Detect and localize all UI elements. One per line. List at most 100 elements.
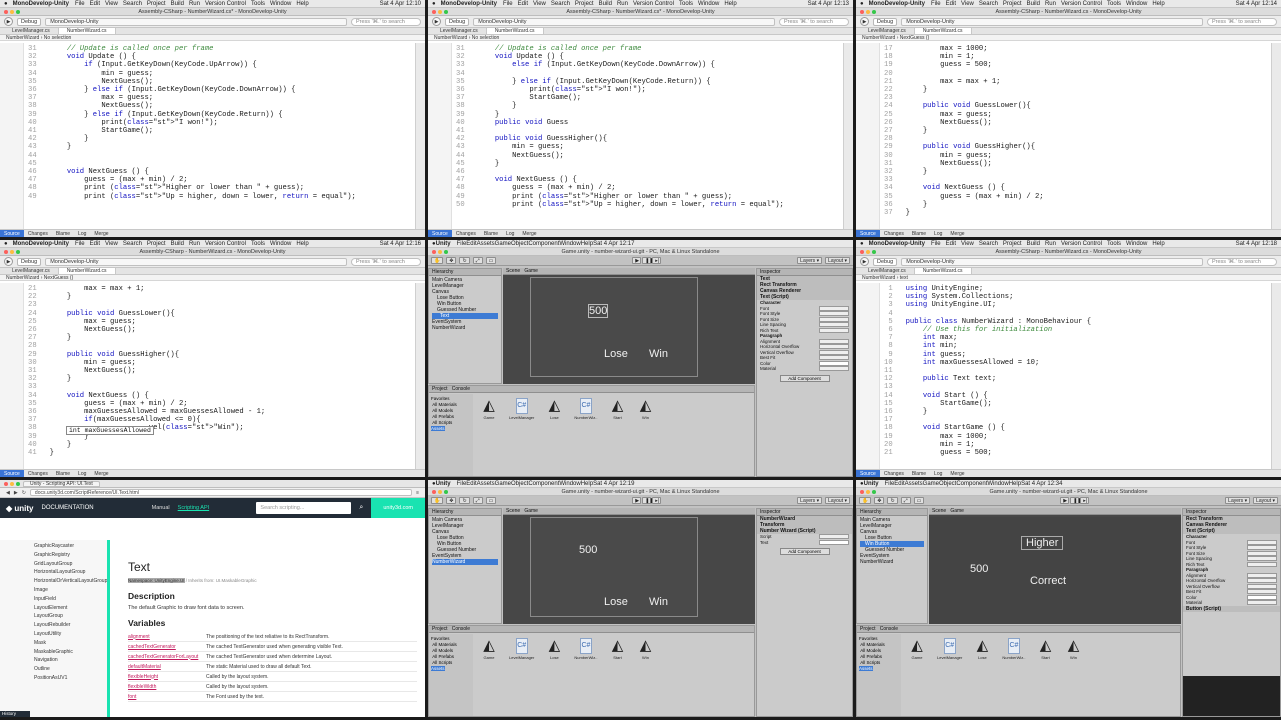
search-input[interactable]: Press '⌘.' to search	[1207, 17, 1277, 26]
tab-changes[interactable]: Changes	[880, 470, 908, 477]
menu-edit[interactable]: Edit	[466, 481, 476, 487]
asset-item[interactable]: C# NumberWiz..	[574, 638, 597, 660]
menu-view[interactable]: View	[105, 1, 118, 7]
config-select[interactable]: Debug	[873, 17, 898, 26]
menu-help[interactable]: Help	[581, 241, 593, 247]
menu-gameobject[interactable]: GameObject	[495, 241, 529, 247]
menu-window[interactable]: Window	[270, 1, 291, 7]
tab-log[interactable]: Log	[930, 230, 946, 237]
menu-window[interactable]: Window	[1126, 241, 1147, 247]
guess-text[interactable]: 500	[970, 563, 988, 575]
menu-help[interactable]: Help	[1152, 1, 1164, 7]
window-controls[interactable]	[860, 10, 876, 14]
search-icon[interactable]: ⌕	[359, 504, 363, 512]
tab-changes[interactable]: Changes	[24, 470, 52, 477]
layout-dropdown[interactable]: Layout ▾	[825, 497, 850, 504]
reload-icon[interactable]: ↻	[22, 490, 26, 496]
tab-numberwizard[interactable]: NumberWizard.cs	[914, 268, 972, 274]
tab-blame[interactable]: Blame	[908, 470, 930, 477]
menu-assets[interactable]: Assets	[905, 481, 923, 487]
history-button[interactable]: History	[0, 711, 30, 717]
tab-numberwizard[interactable]: NumberWizard.cs	[914, 28, 972, 34]
window-controls[interactable]	[4, 481, 20, 486]
inspector-row[interactable]: Material	[757, 366, 852, 372]
menu-window[interactable]: Window	[559, 481, 580, 487]
move-tool-icon[interactable]: ✥	[874, 497, 885, 504]
layers-dropdown[interactable]: Layers ▾	[797, 257, 823, 264]
breadcrumb[interactable]: NumberWizard › NextGuess ()	[856, 35, 1281, 41]
menu-view[interactable]: View	[105, 241, 118, 247]
menu-assets[interactable]: Assets	[477, 241, 495, 247]
code-text[interactable]: 31 // Update is called once per frame 32…	[456, 45, 784, 209]
scale-tool-icon[interactable]: ⤢	[472, 497, 483, 504]
inherits-label[interactable]: / Inherits from: UI.MaskableGraphic	[186, 578, 257, 583]
sidebar-link[interactable]: LayoutElement	[34, 604, 101, 613]
lose-button-label[interactable]: Lose	[604, 596, 628, 608]
button-script-header[interactable]: Button (Script)	[1183, 605, 1280, 612]
scene-view[interactable]: Scene Game 500 Higher Correct	[929, 508, 1181, 624]
layers-dropdown[interactable]: Layers ▾	[1225, 497, 1251, 504]
menu-file[interactable]: File	[75, 241, 85, 247]
scrollbar[interactable]	[415, 43, 425, 229]
code-text[interactable]: 17 max = 1000; 18 min = 1; 19 guess = 50…	[884, 45, 1044, 217]
layers-dropdown[interactable]: Layers ▾	[797, 497, 823, 504]
sidebar-link[interactable]: LayoutRebuilder	[34, 621, 101, 630]
menu-file[interactable]: File	[885, 481, 895, 487]
tab-source[interactable]: Source	[0, 230, 24, 237]
scale-tool-icon[interactable]: ⤢	[472, 257, 483, 264]
rotate-tool-icon[interactable]: ↻	[887, 497, 898, 504]
sidebar-link[interactable]: GraphicRaycaster	[34, 542, 101, 551]
menu-search[interactable]: Search	[979, 241, 998, 247]
asset-item[interactable]: ◭ Game	[481, 398, 497, 421]
app-menu[interactable]: Unity	[864, 481, 879, 487]
menu-component[interactable]: Component	[528, 481, 559, 487]
menu-run[interactable]: Run	[189, 1, 200, 7]
step-icon[interactable]: ▸|	[652, 257, 662, 264]
hand-tool-icon[interactable]: ✋	[431, 257, 444, 264]
tab-levelmanager[interactable]: LevelManager.cs	[860, 268, 915, 274]
menu-view[interactable]: View	[961, 241, 974, 247]
menu-build[interactable]: Build	[599, 1, 612, 7]
asset-item[interactable]: C# LevelManager	[937, 638, 962, 660]
tab-levelmanager[interactable]: LevelManager.cs	[4, 28, 59, 34]
tab-changes[interactable]: Changes	[24, 230, 52, 237]
sidebar-link[interactable]: GridLayoutGroup	[34, 560, 101, 569]
scene-view[interactable]: Scene Game 500 Lose Win	[503, 508, 755, 624]
asset-item[interactable]: ◭ Lose	[546, 638, 562, 661]
asset-item[interactable]: ◭ Lose	[546, 398, 562, 421]
asset-item[interactable]: C# LevelManager	[509, 638, 534, 660]
asset-item[interactable]: C# LevelManager	[509, 398, 534, 420]
menu-icon[interactable]: ≡	[416, 490, 419, 496]
apple-icon[interactable]: ●	[4, 241, 8, 247]
layout-dropdown[interactable]: Layout ▾	[1253, 497, 1278, 504]
tab-source[interactable]: Source	[428, 230, 452, 237]
menu-version-control[interactable]: Version Control	[633, 1, 674, 7]
asset-item[interactable]: ◭ Game	[481, 638, 497, 661]
breadcrumb[interactable]: NumberWizard › No selection	[0, 35, 425, 41]
asset-item[interactable]: ◭ Start	[609, 398, 625, 421]
rotate-tool-icon[interactable]: ↻	[459, 257, 470, 264]
hierarchy-list[interactable]: Main Camera LevelManager Canvas Lose But…	[429, 516, 501, 566]
run-button[interactable]: ▶	[4, 17, 13, 26]
tab-source[interactable]: Source	[856, 470, 880, 477]
sidebar-link[interactable]: HorizontalLayoutGroup	[34, 568, 101, 577]
address-bar[interactable]: docs.unity3d.com/ScriptReference/UI.Text…	[29, 489, 413, 496]
move-tool-icon[interactable]: ✥	[446, 257, 457, 264]
menu-edit[interactable]: Edit	[466, 241, 476, 247]
pause-icon[interactable]: ❚❚	[1070, 497, 1082, 504]
sidebar-link[interactable]: Mask	[34, 639, 101, 648]
forward-icon[interactable]: ▶	[14, 490, 18, 496]
window-controls[interactable]	[860, 490, 876, 494]
config-select[interactable]: Debug	[445, 17, 470, 26]
code-editor[interactable]: 17 max = 1000; 18 min = 1; 19 guess = 50…	[856, 43, 1271, 229]
window-controls[interactable]	[4, 250, 20, 254]
tab-blame[interactable]: Blame	[480, 230, 502, 237]
rect-tool-icon[interactable]: ▭	[913, 497, 925, 504]
step-icon[interactable]: ▸|	[1080, 497, 1090, 504]
menu-file[interactable]: File	[931, 1, 941, 7]
tab-merge[interactable]: Merge	[946, 470, 968, 477]
menu-window[interactable]: Window	[1126, 1, 1147, 7]
config-select[interactable]: Debug	[17, 17, 42, 26]
menu-gameobject[interactable]: GameObject	[923, 481, 957, 487]
app-menu[interactable]: MonoDevelop-Unity	[869, 1, 925, 7]
